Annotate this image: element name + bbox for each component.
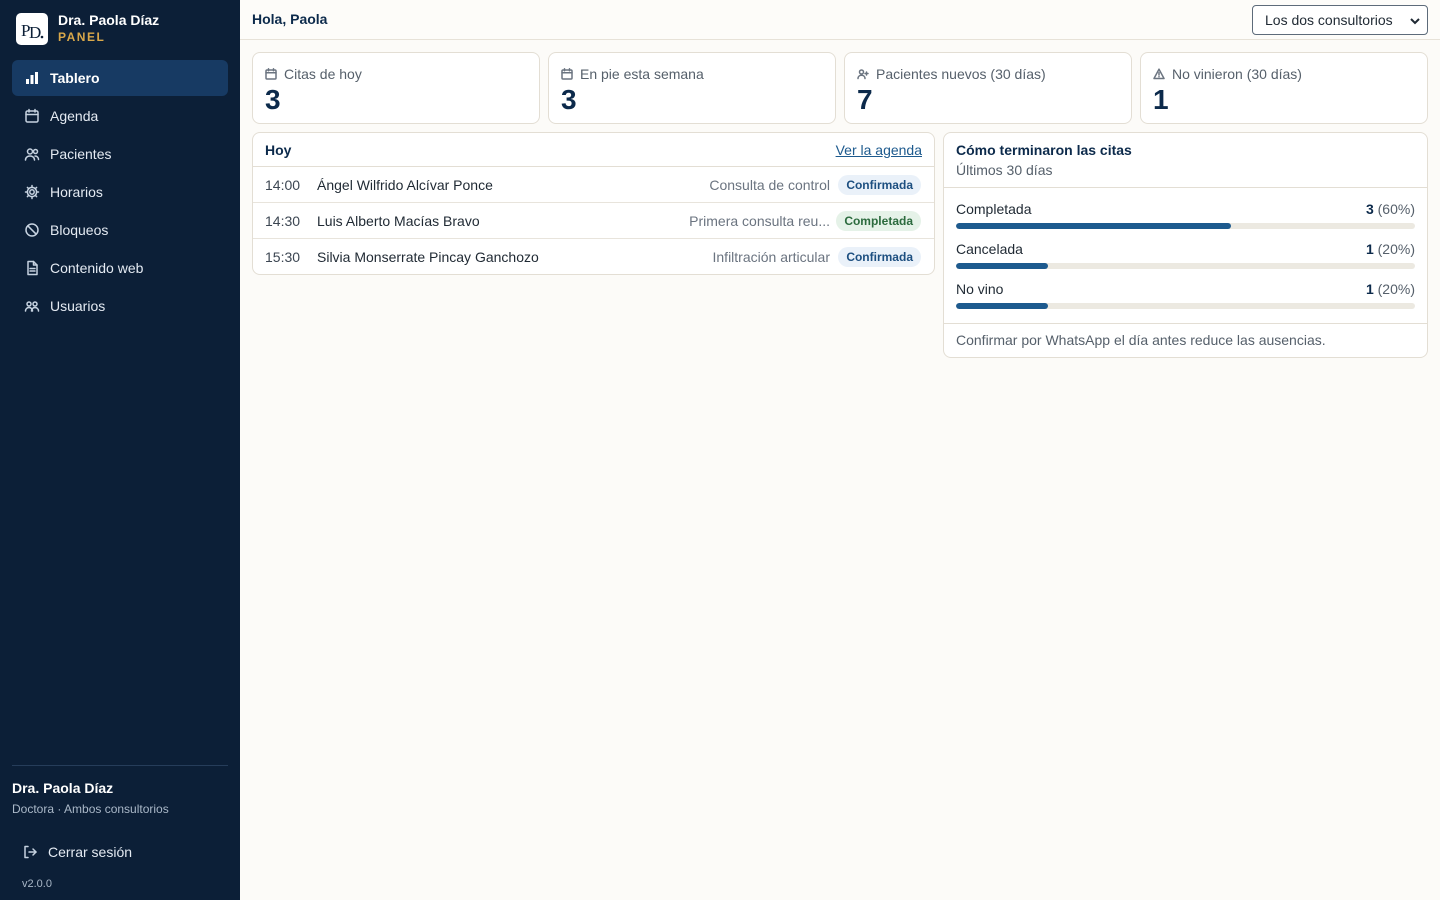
outcome-bar-fill: [956, 303, 1048, 309]
sidebar-item-label: Usuarios: [50, 298, 106, 314]
greeting: Hola, Paola: [252, 11, 328, 27]
logout-icon: [22, 844, 38, 860]
status-badge: Confirmada: [838, 175, 921, 195]
status-badge: Confirmada: [838, 247, 921, 267]
ban-icon: [24, 222, 40, 238]
outcome-count: 3 (60%): [1365, 201, 1415, 217]
sidebar-item-agenda[interactable]: Agenda: [12, 98, 228, 134]
brand-subtitle: PANEL: [58, 30, 106, 44]
bar-chart-icon: [24, 70, 40, 86]
calendar-icon: [24, 108, 40, 124]
outcome-row: Cancelada 1 (20%): [956, 241, 1415, 277]
stat-card-pacientes-nuevos: Pacientes nuevos (30 días) 7: [844, 52, 1132, 124]
stat-card-en-pie: En pie esta semana 3: [548, 52, 836, 124]
appointment-time: 14:30: [265, 213, 301, 229]
panel-subtitle: Últimos 30 días: [956, 162, 1053, 178]
appointment-patient: Luis Alberto Macías Bravo: [317, 213, 480, 229]
stat-value: 3: [561, 84, 577, 115]
outcome-label: Cancelada: [956, 241, 1023, 257]
users-icon: [24, 146, 40, 162]
brand: P D Dra. Paola Díaz PANEL: [16, 12, 159, 45]
sidebar: P D Dra. Paola Díaz PANEL Tablero Agenda: [0, 0, 240, 900]
appointment-row[interactable]: 14:30 Luis Alberto Macías Bravo Primera …: [253, 203, 934, 239]
sidebar-item-horarios[interactable]: Horarios: [12, 174, 228, 210]
outcomes-panel: Cómo terminaron las citas Últimos 30 día…: [943, 132, 1428, 358]
calendar-icon: [265, 68, 277, 80]
outcome-row: No vino 1 (20%): [956, 281, 1415, 317]
sidebar-item-bloqueos[interactable]: Bloqueos: [12, 212, 228, 248]
appointment-type: Infiltración articular: [712, 249, 831, 265]
appointment-time: 15:30: [265, 249, 301, 265]
stat-value: 7: [857, 84, 873, 115]
sidebar-footer: Dra. Paola Díaz Doctora · Ambos consulto…: [12, 765, 228, 890]
appointment-time: 14:00: [265, 177, 301, 193]
outcome-bar-track: [956, 263, 1415, 269]
user-group-icon: [24, 298, 40, 314]
sidebar-nav: Tablero Agenda Pacientes Horarios Bloque…: [12, 60, 228, 326]
stat-card-no-vinieron: No vinieron (30 días) 1: [1140, 52, 1428, 124]
brand-name: Dra. Paola Díaz: [58, 12, 160, 28]
appointment-patient: Silvia Monserrate Pincay Ganchozo: [317, 249, 539, 265]
outcome-bar-fill: [956, 223, 1232, 229]
user-name: Dra. Paola Díaz: [12, 780, 114, 796]
office-select[interactable]: Los dos consultorios: [1252, 5, 1428, 35]
sidebar-item-label: Bloqueos: [50, 222, 109, 238]
panel-title: Cómo terminaron las citas: [956, 142, 1132, 158]
topbar: Hola, Paola Los dos consultorios: [240, 0, 1440, 40]
view-agenda-link[interactable]: Ver la agenda: [836, 142, 922, 158]
outcome-count: 1 (20%): [1365, 241, 1415, 257]
outcome-count: 1 (20%): [1365, 281, 1415, 297]
stat-label: Pacientes nuevos (30 días): [876, 66, 1046, 82]
document-icon: [24, 260, 40, 276]
appointment-row[interactable]: 15:30 Silvia Monserrate Pincay Ganchozo …: [253, 239, 934, 274]
sidebar-item-contenido-web[interactable]: Contenido web: [12, 250, 228, 286]
outcome-row: Completada 3 (60%): [956, 201, 1415, 237]
stat-label: Citas de hoy: [284, 66, 362, 82]
stat-label: En pie esta semana: [580, 66, 704, 82]
appointment-type: Primera consulta reu...: [689, 213, 830, 229]
stat-value: 3: [265, 84, 281, 115]
sidebar-item-tablero[interactable]: Tablero: [12, 60, 228, 96]
user-plus-icon: [857, 69, 869, 80]
appointment-patient: Ángel Wilfrido Alcívar Ponce: [317, 177, 493, 193]
sidebar-item-label: Pacientes: [50, 146, 112, 162]
chevron-down-icon: [1409, 14, 1421, 26]
outcome-label: No vino: [956, 281, 1004, 297]
appointment-row[interactable]: 14:00 Ángel Wilfrido Alcívar Ponce Consu…: [253, 167, 934, 203]
version-label: v2.0.0: [22, 878, 52, 890]
office-select-value: Los dos consultorios: [1265, 12, 1393, 28]
stat-value: 1: [1153, 84, 1169, 115]
logout-button[interactable]: Cerrar sesión: [12, 834, 228, 870]
stat-label: No vinieron (30 días): [1172, 66, 1302, 82]
today-panel: Hoy Ver la agenda 14:00 Ángel Wilfrido A…: [252, 132, 935, 275]
outcome-bar-track: [956, 223, 1415, 229]
status-badge: Completada: [836, 211, 921, 231]
user-role: Doctora · Ambos consultorios: [12, 802, 169, 816]
panel-title: Hoy: [265, 142, 292, 158]
logout-label: Cerrar sesión: [48, 844, 133, 860]
sidebar-item-usuarios[interactable]: Usuarios: [12, 288, 228, 324]
calendar-icon: [561, 68, 573, 80]
logo-icon: P D: [16, 12, 48, 45]
stat-card-citas-hoy: Citas de hoy 3: [252, 52, 540, 124]
svg-text:D: D: [29, 23, 41, 42]
outcome-label: Completada: [956, 201, 1032, 217]
gear-icon: [24, 184, 40, 200]
outcome-bar-fill: [956, 263, 1048, 269]
sidebar-item-label: Tablero: [50, 70, 100, 86]
sidebar-item-label: Horarios: [50, 184, 103, 200]
outcome-bar-track: [956, 303, 1415, 309]
sidebar-item-label: Contenido web: [50, 260, 144, 276]
sidebar-item-pacientes[interactable]: Pacientes: [12, 136, 228, 172]
sidebar-item-label: Agenda: [50, 108, 99, 124]
outcome-tip: Confirmar por WhatsApp el día antes redu…: [944, 323, 1427, 356]
appointment-type: Consulta de control: [709, 177, 830, 193]
warning-icon: [1153, 68, 1165, 80]
